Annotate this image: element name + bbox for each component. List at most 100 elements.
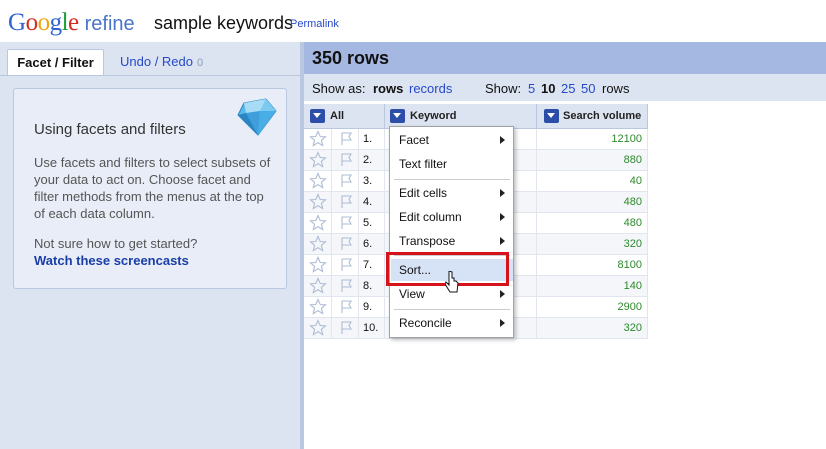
star-icon[interactable] <box>309 172 327 190</box>
tab-undo-redo-label: Undo / Redo <box>120 54 193 69</box>
menu-text-filter-label: Text filter <box>399 157 448 171</box>
left-panel: Facet / Filter Undo / Redo 0 Using facets… <box>0 42 300 449</box>
star-icon[interactable] <box>309 277 327 295</box>
star-icon[interactable] <box>309 256 327 274</box>
logo-refine-text: refine <box>84 13 135 35</box>
flag-icon[interactable] <box>338 278 354 294</box>
menu-item-edit-column[interactable]: Edit column <box>391 206 513 228</box>
star-icon[interactable] <box>309 235 327 253</box>
menu-item-text-filter[interactable]: Text filter <box>391 153 513 175</box>
submenu-arrow-icon <box>500 319 505 327</box>
flag-icon[interactable] <box>338 173 354 189</box>
column-volume-label: Search volume <box>563 110 642 122</box>
search-volume-cell[interactable]: 2900 <box>537 297 648 318</box>
help-title: Using facets and filters <box>34 121 186 138</box>
project-title[interactable]: sample keywords <box>154 13 293 34</box>
flag-cell <box>332 171 359 192</box>
tab-divider <box>0 75 300 76</box>
column-keyword-menu-button[interactable] <box>390 109 405 123</box>
column-volume-menu-button[interactable] <box>544 109 559 123</box>
help-question: Not sure how to get started? <box>34 236 198 251</box>
column-all-menu-button[interactable] <box>310 109 325 123</box>
menu-item-facet[interactable]: Facet <box>391 129 513 151</box>
right-panel: 350 rows Show as: rows records Show: 5 1… <box>304 42 826 449</box>
tab-undo-redo[interactable]: Undo / Redo 0 <box>120 49 203 75</box>
google-refine-logo[interactable]: Google refine <box>8 9 135 37</box>
help-body: Use facets and filters to select subsets… <box>34 155 271 221</box>
permalink-link[interactable]: Permalink <box>290 18 339 30</box>
column-keyword-label: Keyword <box>410 110 457 122</box>
submenu-arrow-icon <box>500 213 505 221</box>
star-icon[interactable] <box>309 130 327 148</box>
flag-cell <box>332 297 359 318</box>
search-volume-cell[interactable]: 480 <box>537 213 648 234</box>
search-volume-cell[interactable]: 320 <box>537 318 648 339</box>
show-as-records[interactable]: records <box>409 81 452 96</box>
flag-cell <box>332 192 359 213</box>
search-volume-cell[interactable]: 40 <box>537 171 648 192</box>
row-index: 1. <box>359 129 385 150</box>
row-index: 2. <box>359 150 385 171</box>
star-icon[interactable] <box>309 319 327 337</box>
menu-item-reconcile[interactable]: Reconcile <box>391 312 513 334</box>
flag-icon[interactable] <box>338 131 354 147</box>
row-index: 8. <box>359 276 385 297</box>
menu-edit-column-label: Edit column <box>399 210 462 224</box>
menu-view-label: View <box>399 287 425 301</box>
header: Google refine sample keywords Permalink <box>0 0 826 42</box>
star-cell <box>304 297 332 318</box>
rows-summary-bar: 350 rows <box>304 42 826 74</box>
row-index: 5. <box>359 213 385 234</box>
menu-item-transpose[interactable]: Transpose <box>391 230 513 252</box>
flag-cell <box>332 318 359 339</box>
page-size-25[interactable]: 25 <box>561 81 575 96</box>
page-size-50[interactable]: 50 <box>581 81 595 96</box>
flag-icon[interactable] <box>338 320 354 336</box>
star-icon[interactable] <box>309 298 327 316</box>
row-index: 6. <box>359 234 385 255</box>
star-cell <box>304 192 332 213</box>
row-index: 3. <box>359 171 385 192</box>
submenu-arrow-icon <box>500 136 505 144</box>
star-cell <box>304 150 332 171</box>
menu-transpose-label: Transpose <box>399 234 456 248</box>
facet-help-box: Using facets and filters Use facets and … <box>13 88 287 289</box>
flag-icon[interactable] <box>338 236 354 252</box>
star-cell <box>304 129 332 150</box>
star-icon[interactable] <box>309 151 327 169</box>
tab-facet-filter[interactable]: Facet / Filter <box>7 49 104 75</box>
flag-cell <box>332 255 359 276</box>
search-volume-cell[interactable]: 480 <box>537 192 648 213</box>
submenu-arrow-icon <box>500 290 505 298</box>
page-size-10[interactable]: 10 <box>541 81 555 96</box>
menu-item-edit-cells[interactable]: Edit cells <box>391 182 513 204</box>
flag-icon[interactable] <box>338 194 354 210</box>
rows-suffix: rows <box>602 81 630 96</box>
flag-icon[interactable] <box>338 152 354 168</box>
show-as-rows[interactable]: rows <box>373 81 403 96</box>
star-cell <box>304 171 332 192</box>
search-volume-cell[interactable]: 320 <box>537 234 648 255</box>
star-icon[interactable] <box>309 214 327 232</box>
menu-separator <box>394 309 510 310</box>
rows-count: 350 rows <box>312 48 390 68</box>
page-size-5[interactable]: 5 <box>528 81 535 96</box>
flag-icon[interactable] <box>338 299 354 315</box>
search-volume-cell[interactable]: 140 <box>537 276 648 297</box>
row-index: 7. <box>359 255 385 276</box>
search-volume-cell[interactable]: 8100 <box>537 255 648 276</box>
star-cell <box>304 318 332 339</box>
flag-cell <box>332 150 359 171</box>
search-volume-cell[interactable]: 880 <box>537 150 648 171</box>
show-as-label: Show as: <box>312 81 366 96</box>
screencasts-link[interactable]: Watch these screencasts <box>34 253 189 268</box>
mouse-pointer-icon <box>445 271 459 293</box>
column-context-menu: Facet Text filter Edit cells Edit column… <box>389 126 514 338</box>
flag-icon[interactable] <box>338 215 354 231</box>
star-cell <box>304 234 332 255</box>
star-icon[interactable] <box>309 193 327 211</box>
menu-reconcile-label: Reconcile <box>399 316 452 330</box>
search-volume-cell[interactable]: 12100 <box>537 129 648 150</box>
flag-icon[interactable] <box>338 257 354 273</box>
flag-cell <box>332 234 359 255</box>
